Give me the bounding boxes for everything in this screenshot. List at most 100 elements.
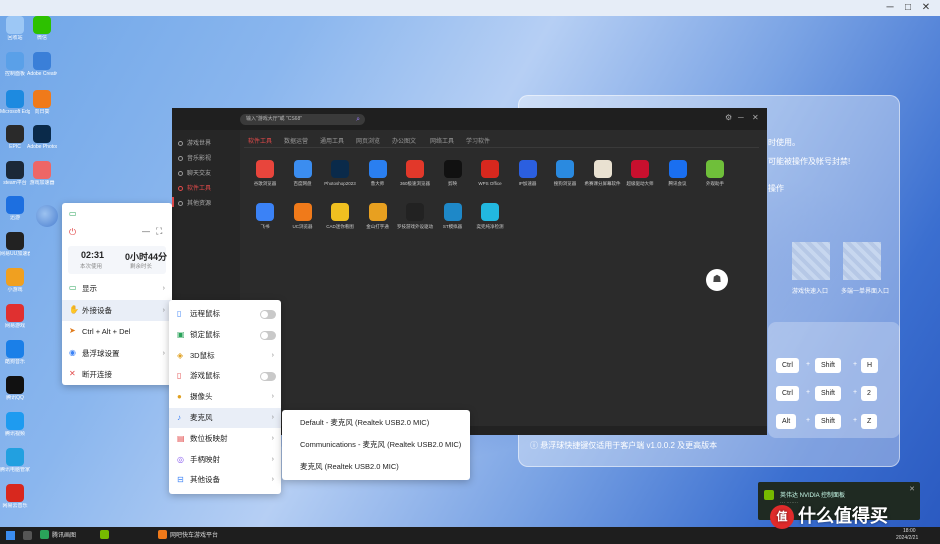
desktop-icon[interactable]: 腾讯QQ [0, 376, 30, 401]
desktop-icon[interactable]: EPIC [0, 125, 30, 150]
clock-date[interactable]: 2024/2/21 [896, 535, 918, 544]
microphone-option[interactable]: Communications - 麦克风 (Realtek USB2.0 MIC… [282, 434, 470, 455]
toggle-switch[interactable] [260, 372, 276, 382]
taskbar-app[interactable]: 腾讯画图 [40, 530, 76, 541]
app-tile[interactable]: 剪映 [434, 160, 472, 186]
qr-thumbnail-b[interactable] [843, 242, 881, 280]
toggle-switch[interactable] [260, 330, 276, 340]
category-tab[interactable]: 网络工具 [430, 136, 454, 145]
app-tile[interactable]: 百度网盘 [284, 160, 322, 186]
category-tab[interactable]: 网页浏览 [356, 136, 380, 145]
app-tile-label: 剪映 [448, 181, 457, 186]
desktop-icon[interactable]: 网易UU加速器 [0, 232, 30, 257]
task-view-icon[interactable] [23, 531, 32, 540]
float-menu-item[interactable]: ✋ 外接设备 › [62, 299, 172, 321]
sidebar-item[interactable]: 其他资源 [178, 198, 211, 207]
app-tile[interactable]: 飞书 [246, 203, 284, 229]
peripheral-item-label: 数位板映射 [190, 433, 228, 443]
desktop-icon[interactable]: 小游戏 [0, 268, 30, 293]
minimize-icon[interactable]: ─ [884, 2, 896, 14]
sidebar-item[interactable]: 游戏世界 [178, 138, 211, 147]
desktop-icon[interactable]: 控制面板 [0, 52, 30, 77]
sidebar-item[interactable]: 软件工具 [178, 183, 211, 192]
desktop-icon[interactable]: 迅游 [0, 196, 30, 221]
start-button-icon[interactable] [6, 531, 15, 540]
sidebar-item[interactable]: 聊天交友 [178, 168, 211, 177]
desktop-icon[interactable]: Adobe Creative Cloud [27, 52, 57, 77]
float-menu-item[interactable]: ▭ 显示 › [62, 278, 172, 299]
desktop-icon[interactable]: 腾讯电脑管家 [0, 448, 30, 473]
float-menu-item[interactable]: ◉ 悬浮球设置 › [62, 343, 172, 364]
microphone-submenu: Default - 麦克风 (Realtek USB2.0 MIC) Commun… [282, 410, 470, 480]
taskbar-app[interactable]: 网吧快车游戏平台 [158, 530, 218, 541]
taskbar-app[interactable] [100, 530, 112, 541]
fullscreen-icon[interactable]: ⛶ [156, 226, 162, 237]
peripheral-item[interactable]: ◎ 手柄映射 › [169, 450, 281, 470]
app-tile[interactable]: 腾讯会议 [659, 160, 697, 186]
desktop-icon[interactable]: 网易云音乐 [0, 484, 30, 509]
collapse-icon[interactable]: — [142, 227, 150, 236]
search-icon[interactable]: ⌕ [356, 114, 360, 125]
microphone-option[interactable]: Default - 麦克风 (Realtek USB2.0 MIC) [282, 412, 470, 433]
power-icon[interactable]: ⏻ [69, 227, 76, 238]
app-tile[interactable]: 罗技游戏外设驱动 [396, 203, 434, 229]
peripheral-item[interactable]: ▯ 游戏鼠标 [169, 366, 281, 386]
app-tile[interactable]: Photoshop2023 [321, 160, 359, 186]
float-menu-item[interactable]: ✕ 断开连接 [62, 364, 172, 385]
peripheral-item[interactable]: ● 摄像头 › [169, 387, 281, 407]
app-tile[interactable]: UC浏览器 [284, 203, 322, 229]
floating-ball[interactable] [36, 205, 58, 227]
desktop-icon[interactable]: 回收站 [0, 16, 30, 41]
settings-icon[interactable]: ⚙ [725, 113, 732, 122]
peripheral-item[interactable]: ▤ 数位板映射 › [169, 429, 281, 449]
category-tab[interactable]: 软件工具 [248, 136, 272, 145]
category-tab[interactable]: 办公图文 [392, 136, 416, 145]
app-tile[interactable]: 搜狗浏览器 [546, 160, 584, 186]
app-tile[interactable]: CAD迷你看图 [321, 203, 359, 229]
app-tile[interactable]: IP加速器 [509, 160, 547, 186]
app-close-icon[interactable]: ✕ [752, 113, 759, 122]
app-tile[interactable]: WPS Office [471, 160, 509, 186]
desktop-icon[interactable]: 网易游戏 [0, 304, 30, 329]
client-text-2: 可能被操作及帐号封禁! [768, 157, 851, 166]
category-tab[interactable]: 学习软件 [466, 136, 490, 145]
app-tile[interactable]: 鲁大师 [359, 160, 397, 186]
peripheral-item[interactable]: ▣ 锁定鼠标 [169, 325, 281, 345]
app-tile[interactable]: ST模拟器 [434, 203, 472, 229]
peripheral-item[interactable]: ◈ 3D鼠标 › [169, 346, 281, 366]
category-tab[interactable]: 通用工具 [320, 136, 344, 145]
peripheral-item-icon: ▤ [177, 433, 185, 443]
toggle-switch[interactable] [260, 310, 276, 319]
maximize-icon[interactable]: □ [902, 2, 914, 14]
peripheral-item[interactable]: ▯ 远程鼠标 [169, 304, 281, 324]
desktop-icon[interactable]: 酷狗音乐 [0, 340, 30, 365]
app-tile[interactable]: 希赛课分屏幕软件 [584, 160, 622, 186]
sidebar-item[interactable]: 音乐影视 [178, 153, 211, 162]
desktop-icon[interactable]: 游戏加速器 [27, 161, 57, 186]
desktop-icon[interactable]: 微信 [27, 16, 57, 41]
qr-thumbnail-a[interactable] [792, 242, 830, 280]
floating-cursor-icon[interactable]: ☗ [706, 269, 728, 291]
close-icon[interactable]: ✕ [920, 2, 932, 14]
float-menu-item[interactable]: ➤ Ctrl + Alt + Del [62, 321, 172, 342]
toast-close-icon[interactable]: ✕ [909, 485, 915, 493]
app-tile[interactable]: 谷歌浏览器 [246, 160, 284, 186]
app-tile[interactable]: 360极速浏览器 [396, 160, 434, 186]
category-tab[interactable]: 数据运营 [284, 136, 308, 145]
peripheral-item[interactable]: ♪ 麦克风 › [169, 408, 281, 428]
peripheral-item[interactable]: ⊟ 其他设备 › [169, 470, 281, 490]
app-tile[interactable]: 超级驱动大师 [621, 160, 659, 186]
desktop-icon[interactable]: Microsoft Edge [0, 90, 30, 115]
app-tile-icon [406, 203, 424, 221]
search-input[interactable]: 输入"游戏大厅"或 "CS68" ⌕ [240, 114, 365, 125]
desktop-icon[interactable]: steam平台 [0, 161, 30, 186]
app-tile[interactable]: 外观助手 [696, 160, 734, 186]
microphone-option[interactable]: 麦克风 (Realtek USB2.0 MIC) [282, 456, 470, 477]
app-tile[interactable]: 奕兜纯净检测 [471, 203, 509, 229]
desktop-icon-label: 小游戏 [7, 287, 23, 293]
desktop-icon[interactable]: 腾讯视频 [0, 412, 30, 437]
app-tile[interactable]: 金山打字通 [359, 203, 397, 229]
desktop-icon[interactable]: Adobe Photoshop [27, 125, 57, 150]
desktop-icon[interactable]: 向日葵 [27, 90, 57, 115]
app-minimize-icon[interactable]: ─ [738, 113, 744, 122]
